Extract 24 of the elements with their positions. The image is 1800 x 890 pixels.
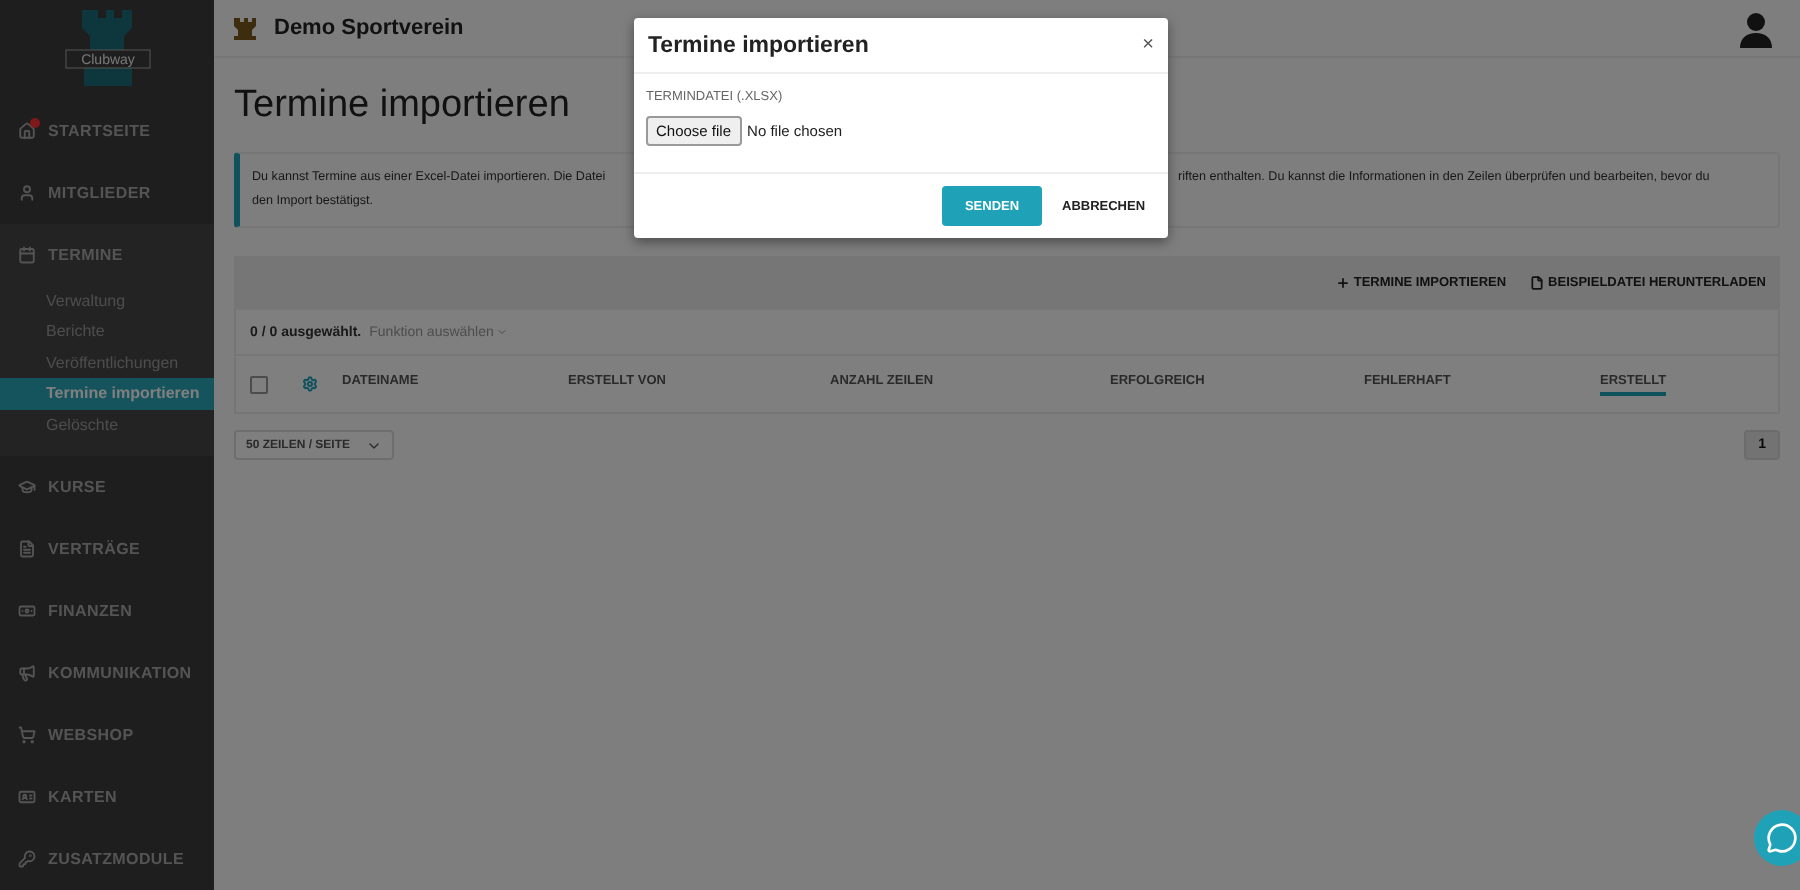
document-icon xyxy=(18,540,36,558)
chat-icon xyxy=(1766,822,1798,854)
graduation-cap-icon xyxy=(18,478,36,496)
key-icon xyxy=(18,850,36,868)
user-icon xyxy=(18,183,36,201)
home-icon xyxy=(18,121,36,139)
close-button[interactable]: × xyxy=(1142,34,1154,56)
sidebar-subitem[interactable]: Termine importieren xyxy=(0,378,214,409)
megaphone-icon xyxy=(18,664,36,682)
caret-icon xyxy=(495,326,508,338)
plus-icon xyxy=(1335,276,1350,290)
settings-icon[interactable] xyxy=(302,376,318,392)
file-icon xyxy=(1530,276,1545,290)
page-title: Termine importieren xyxy=(234,84,570,128)
select-all-checkbox[interactable] xyxy=(250,375,268,393)
dialog-title: Termine importieren xyxy=(648,33,869,57)
id-card-icon xyxy=(18,788,36,806)
avatar-icon[interactable] xyxy=(1740,12,1772,48)
cart-icon xyxy=(18,726,36,744)
calendar-icon xyxy=(18,245,36,263)
chat-button[interactable] xyxy=(1754,810,1800,866)
club-name: Demo Sportverein xyxy=(274,16,464,40)
club-logo-icon xyxy=(234,15,258,41)
banknote-icon xyxy=(18,602,36,620)
